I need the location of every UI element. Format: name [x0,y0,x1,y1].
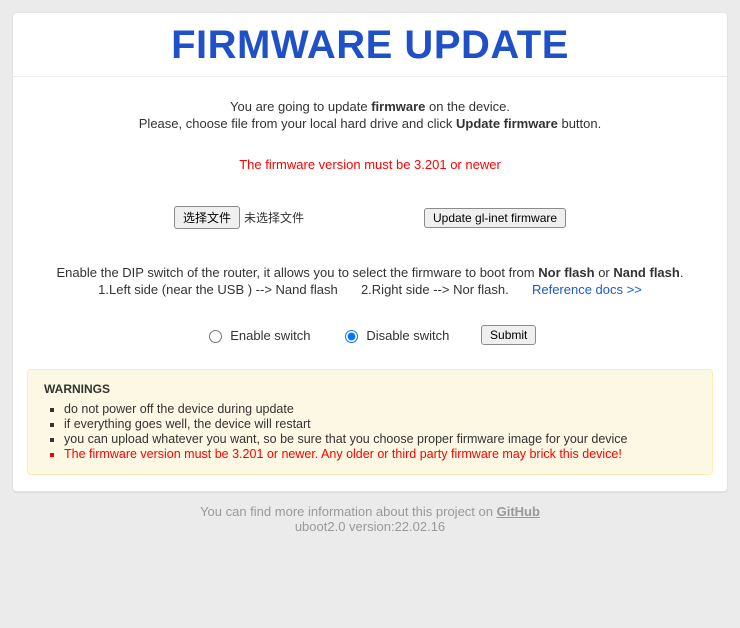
github-link[interactable]: GitHub [497,504,540,519]
intro-block: You are going to update firmware on the … [13,99,727,131]
reference-docs-link[interactable]: Reference docs >> [532,282,642,297]
dip-line-1: Enable the DIP switch of the router, it … [23,265,717,280]
enable-switch-radio[interactable] [209,330,222,343]
footer-version: uboot2.0 version:22.02.16 [12,519,728,534]
footer: You can find more information about this… [12,504,728,534]
intro-line-2: Please, choose file from your local hard… [13,116,727,131]
warnings-box: WARNINGS do not power off the device dur… [27,369,713,475]
submit-button[interactable]: Submit [481,325,536,345]
warnings-title: WARNINGS [44,382,696,396]
file-status: 未选择文件 [244,209,304,226]
disable-switch-radio[interactable] [345,330,358,343]
switch-row: Enable switch Disable switch Submit [23,325,717,345]
main-card: FIRMWARE UPDATE You are going to update … [12,12,728,492]
version-notice: The firmware version must be 3.201 or ne… [13,157,727,172]
footer-info: You can find more information about this… [12,504,728,519]
disable-switch-label[interactable]: Disable switch [366,328,449,343]
warning-item: if everything goes well, the device will… [64,417,696,431]
dip-block: Enable the DIP switch of the router, it … [23,265,717,345]
dip-line-2: 1.Left side (near the USB ) --> Nand fla… [23,282,717,297]
page-title: FIRMWARE UPDATE [13,23,727,68]
warnings-list: do not power off the device during updat… [44,402,696,461]
update-firmware-button[interactable]: Update gl-inet firmware [424,208,566,228]
file-input[interactable]: 选择文件 未选择文件 [174,206,304,229]
warning-item: The firmware version must be 3.201 or ne… [64,447,696,461]
intro-line-1: You are going to update firmware on the … [13,99,727,114]
warning-item: do not power off the device during updat… [64,402,696,416]
upload-row: 选择文件 未选择文件 Update gl-inet firmware [13,206,727,229]
choose-file-button[interactable]: 选择文件 [174,206,240,229]
divider [13,76,727,77]
warning-item: you can upload whatever you want, so be … [64,432,696,446]
enable-switch-label[interactable]: Enable switch [230,328,310,343]
